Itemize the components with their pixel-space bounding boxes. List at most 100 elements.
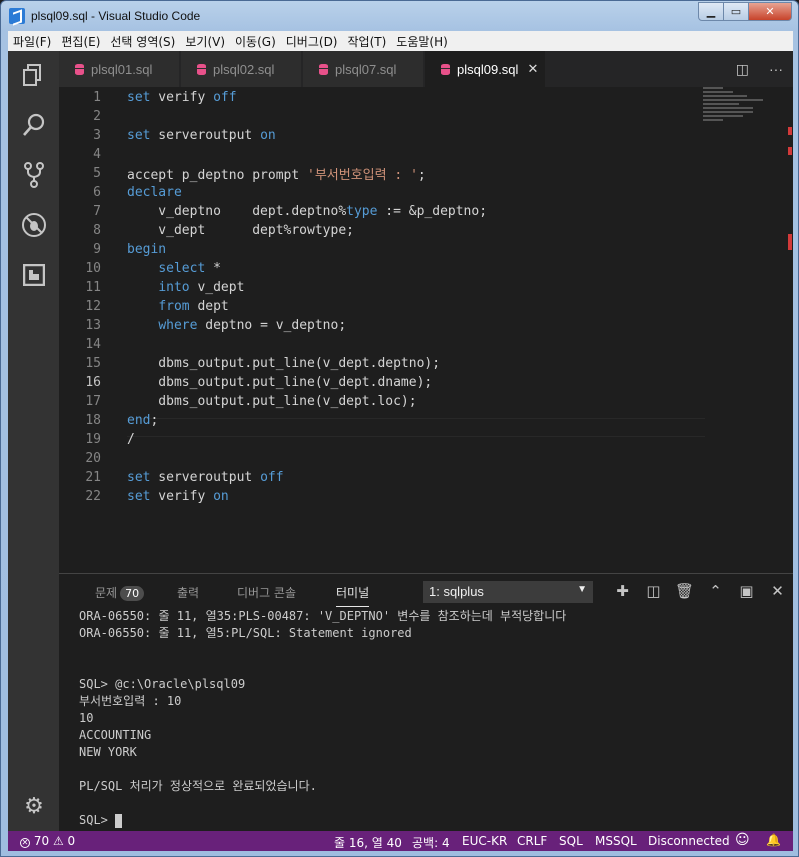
code-editor[interactable]: 1 set verify off 2 3 set serveroutput on 4 5 ac…: [59, 87, 793, 573]
error-marker: [788, 234, 792, 250]
window-controls: ▁ ▭ ✕: [698, 2, 792, 21]
line-number: 13: [85, 318, 101, 333]
code-line: 6 declare: [59, 183, 759, 202]
menu-tasks[interactable]: 작업(T): [343, 33, 392, 50]
code-line: 20: [59, 449, 759, 468]
source-control-icon[interactable]: [21, 162, 47, 188]
terminal-line: PL/SQL 처리가 정상적으로 완료되었습니다.: [79, 779, 317, 793]
terminal-select[interactable]: 1: sqlplus ▼: [423, 581, 593, 603]
workbench: ⚙ plsql01.sql plsql02.sql plsql07.sql pl…: [8, 51, 793, 851]
terminal-line: SQL> @c:\Oracle\plsql09: [79, 677, 246, 691]
code-text: dbms_output.put_line(v_dept.loc);: [127, 394, 417, 409]
tab-terminal[interactable]: 터미널: [336, 584, 370, 607]
tab-plsql09[interactable]: plsql09.sql ✕: [425, 51, 546, 87]
code-text: where deptno = v_deptno;: [158, 318, 347, 333]
line-number: 10: [85, 261, 101, 276]
menu-file[interactable]: 파일(F): [8, 33, 56, 50]
code-line: 22 set verify on: [59, 487, 759, 506]
window-frame: plsql09.sql - Visual Studio Code ▁ ▭ ✕ 파…: [0, 0, 799, 857]
code-line: 13 where deptno = v_deptno;: [59, 316, 759, 335]
line-number: 15: [85, 356, 101, 371]
database-file-icon: [319, 63, 328, 75]
split-terminal-icon[interactable]: ◫: [638, 582, 669, 600]
problems-status[interactable]: ✕ 70 ⚠ 0: [20, 834, 75, 848]
terminal-line: ORA-06550: 줄 11, 열35:PLS-00487: 'V_DEPTN…: [79, 609, 567, 623]
line-number: 22: [85, 489, 101, 504]
tab-label: plsql02.sql: [213, 61, 275, 77]
indentation[interactable]: 공백: 4: [412, 834, 450, 851]
menu-edit[interactable]: 편집(E): [56, 33, 105, 50]
tab-plsql07[interactable]: plsql07.sql: [303, 51, 424, 87]
new-terminal-icon[interactable]: ✚: [607, 582, 638, 600]
panel-tabs: 문제 70 출력 디버그 콘솔 터미널 1: sqlplus ▼ ✚ ◫ 🗑 ⌃ ▣…: [59, 574, 793, 610]
tab-close-icon[interactable]: ✕: [527, 61, 538, 77]
terminal-line: SQL>: [79, 812, 779, 829]
terminal-line: 10: [79, 711, 94, 725]
editor-actions: ◫ ···: [716, 61, 783, 78]
code-text: set serveroutput off: [127, 470, 284, 485]
tab-plsql02[interactable]: plsql02.sql: [181, 51, 302, 87]
code-line: 8 v_dept dept%rowtype;: [59, 221, 759, 240]
activity-bar: ⚙: [8, 51, 59, 831]
line-number: 19: [85, 432, 101, 447]
encoding[interactable]: EUC-KR: [462, 834, 507, 848]
maximize-button[interactable]: ▭: [723, 2, 749, 21]
explorer-icon[interactable]: [21, 62, 47, 88]
title-bar: plsql09.sql - Visual Studio Code ▁ ▭ ✕: [1, 1, 798, 31]
menu-help[interactable]: 도움말(H): [391, 33, 453, 50]
terminal-output[interactable]: ORA-06550: 줄 11, 열35:PLS-00487: 'V_DEPTN…: [79, 608, 779, 829]
tab-plsql01[interactable]: plsql01.sql: [59, 51, 180, 87]
language-mode[interactable]: SQL: [559, 834, 583, 848]
split-editor-icon[interactable]: ◫: [736, 61, 749, 78]
menu-bar: 파일(F) 편집(E) 선택 영역(S) 보기(V) 이동(G) 디버그(D) …: [8, 31, 793, 51]
chevron-up-icon[interactable]: ⌃: [700, 582, 731, 600]
code-line: 12 from dept: [59, 297, 759, 316]
tab-label: plsql07.sql: [335, 61, 397, 77]
line-number: 7: [93, 204, 101, 219]
line-number: 8: [93, 223, 101, 238]
line-ending[interactable]: CRLF: [517, 834, 547, 848]
extensions-icon[interactable]: [21, 262, 47, 288]
line-number: 11: [85, 280, 101, 295]
menu-go[interactable]: 이동(G): [230, 33, 281, 50]
code-line: 14: [59, 335, 759, 354]
feedback-smiley-icon[interactable]: ☺: [735, 832, 750, 848]
code-text: into v_dept: [158, 280, 245, 295]
notification-bell-icon[interactable]: 🔔: [766, 833, 781, 847]
line-number: 16: [85, 375, 101, 390]
code-text: select *: [158, 261, 221, 276]
code-text: v_deptno dept.deptno%type := &p_deptno;: [127, 204, 488, 219]
close-window-button[interactable]: ✕: [748, 2, 792, 21]
cursor-position[interactable]: 줄 16, 열 40: [334, 834, 402, 851]
more-actions-icon[interactable]: ···: [769, 61, 783, 78]
tab-debug-console[interactable]: 디버그 콘솔: [237, 584, 296, 601]
code-line: 19 /: [59, 430, 759, 449]
toggle-panel-icon[interactable]: ▣: [731, 582, 762, 600]
connection-status[interactable]: Disconnected: [648, 834, 730, 848]
terminal-line: ACCOUNTING: [79, 728, 152, 742]
sql-dialect[interactable]: MSSQL: [595, 834, 637, 848]
close-panel-icon[interactable]: ✕: [762, 582, 793, 600]
tab-output[interactable]: 출력: [177, 584, 199, 601]
settings-gear-icon[interactable]: ⚙: [21, 793, 47, 819]
minimize-button[interactable]: ▁: [698, 2, 724, 21]
menu-selection[interactable]: 선택 영역(S): [105, 33, 180, 50]
window-title: plsql09.sql - Visual Studio Code: [31, 9, 201, 23]
terminal-cursor: [115, 813, 123, 828]
trash-icon[interactable]: 🗑: [669, 582, 700, 600]
code-text: declare: [127, 185, 182, 200]
search-icon[interactable]: [21, 112, 47, 138]
code-text: from dept: [158, 299, 229, 314]
tab-problems[interactable]: 문제 70: [95, 584, 145, 601]
line-number: 18: [85, 413, 101, 428]
debug-icon[interactable]: [21, 212, 47, 238]
menu-view[interactable]: 보기(V): [180, 33, 230, 50]
code-text: accept p_deptno prompt '부서번호입력 : ';: [127, 168, 426, 183]
editor-tabs: plsql01.sql plsql02.sql plsql07.sql plsq…: [59, 51, 793, 87]
line-number: 20: [85, 451, 101, 466]
minimap[interactable]: [703, 87, 775, 137]
menu-debug[interactable]: 디버그(D): [281, 33, 343, 50]
